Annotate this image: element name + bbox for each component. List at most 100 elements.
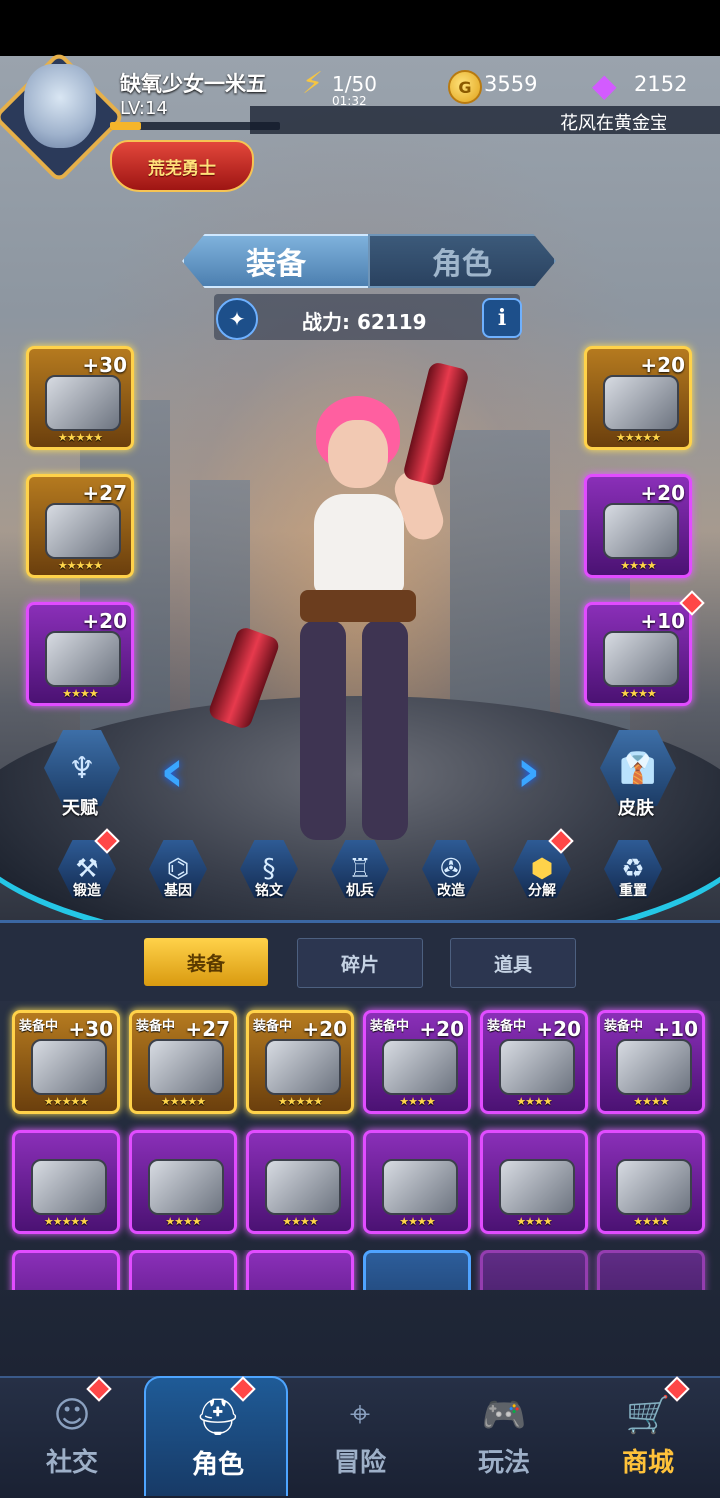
- dismantle-button[interactable]: ⬢ 分解: [507, 840, 577, 910]
- inventory-item[interactable]: 装备中 +30 ★★★★★: [12, 1010, 120, 1114]
- inventory-item[interactable]: [597, 1250, 705, 1290]
- armor-icon: [45, 503, 121, 559]
- equipped-tag: 装备中: [253, 1019, 293, 1034]
- mech-button[interactable]: ♖ 机兵: [325, 840, 395, 910]
- gauntlet-icon: [499, 1039, 575, 1095]
- inventory-item[interactable]: 装备中 +27 ★★★★★: [129, 1010, 237, 1114]
- inventory-item[interactable]: ★★★★: [363, 1130, 471, 1234]
- item-level: +27: [185, 1017, 230, 1041]
- nav-social[interactable]: ☺ 社交: [0, 1376, 144, 1496]
- inventory-item[interactable]: ★★★★: [480, 1130, 588, 1234]
- inventory-item[interactable]: [129, 1250, 237, 1290]
- armor-icon: [148, 1039, 224, 1095]
- combat-power: 战力: 62119: [302, 310, 427, 334]
- nav-label: 社交: [45, 1448, 98, 1478]
- inscription-label: 铭文: [255, 883, 283, 899]
- star-rating: ★★★★: [399, 1095, 435, 1108]
- star-rating: ★★★★★: [160, 1095, 206, 1108]
- equip-slot-boots[interactable]: +20 ★★★★: [26, 602, 134, 706]
- inventory-item[interactable]: 装备中 +20 ★★★★: [363, 1010, 471, 1114]
- inv-tab-equipment[interactable]: 装备: [144, 938, 268, 986]
- gem-icon[interactable]: ◆: [592, 66, 617, 104]
- gem-count: 2152: [634, 72, 688, 96]
- avatar[interactable]: [24, 64, 96, 148]
- equip-slot-gauntlet[interactable]: +20 ★★★★: [584, 474, 692, 578]
- chip-icon: [603, 631, 679, 687]
- star-rating: ★★★★: [399, 1215, 435, 1228]
- reset-label: 重置: [619, 883, 647, 899]
- social-icon: ☺: [53, 1394, 91, 1436]
- equipped-tag: 装备中: [19, 1019, 59, 1034]
- top-tabs: 装备 角色: [182, 234, 556, 288]
- reset-button[interactable]: ♻ 重置: [598, 840, 668, 910]
- inventory-item[interactable]: ★★★★: [129, 1130, 237, 1234]
- inventory-item[interactable]: 装备中 +10 ★★★★: [597, 1010, 705, 1114]
- inventory-item[interactable]: 装备中 +20 ★★★★★: [246, 1010, 354, 1114]
- inventory-item[interactable]: 装备中 +20 ★★★★: [480, 1010, 588, 1114]
- inventory-item[interactable]: [480, 1250, 588, 1290]
- energy-timer: 01:32: [332, 94, 367, 108]
- mech-label: 机兵: [346, 883, 374, 899]
- inventory-item[interactable]: ★★★★★: [12, 1130, 120, 1234]
- character-icon: ⛑: [195, 1397, 241, 1438]
- star-rating: ★★★★: [633, 1095, 669, 1108]
- slot-level: +20: [640, 481, 685, 505]
- next-arrow-icon[interactable]: ›: [516, 736, 541, 806]
- gene-label: 基因: [164, 883, 192, 899]
- nav-label: 玩法: [477, 1448, 530, 1478]
- tab-equipment[interactable]: 装备: [182, 234, 370, 288]
- nav-label: 冒险: [333, 1448, 386, 1478]
- star-rating: ★★★★: [620, 559, 656, 572]
- equip-slot-chip[interactable]: +10 ★★★★: [584, 602, 692, 706]
- inventory-item[interactable]: ★★★★: [246, 1130, 354, 1234]
- armor-icon: [31, 1159, 107, 1215]
- modify-button[interactable]: ✇ 改造: [416, 840, 486, 910]
- skin-label: 皮肤: [618, 798, 654, 819]
- drone-icon: [265, 1039, 341, 1095]
- coin-count: 3559: [484, 72, 538, 96]
- inventory-item[interactable]: [246, 1250, 354, 1290]
- boots-icon: [616, 1159, 692, 1215]
- nav-adventure[interactable]: ⌖ 冒险: [288, 1376, 432, 1496]
- inventory-item[interactable]: [363, 1250, 471, 1290]
- skin-icon: 👔: [619, 750, 657, 786]
- slot-level: +30: [82, 353, 127, 377]
- inv-tab-items[interactable]: 道具: [450, 938, 576, 988]
- gun-icon[interactable]: ✦: [216, 298, 258, 340]
- star-rating: ★★★★: [165, 1215, 201, 1228]
- forge-button[interactable]: ⚒ 锻造: [52, 840, 122, 910]
- inv-tab-fragments[interactable]: 碎片: [297, 938, 423, 988]
- nav-character[interactable]: ⛑ 角色: [144, 1376, 288, 1496]
- boots-icon: [45, 631, 121, 687]
- blaster-icon: [265, 1159, 341, 1215]
- nav-gameplay[interactable]: 🎮 玩法: [432, 1376, 576, 1496]
- equip-slot-drone[interactable]: +20 ★★★★★: [584, 346, 692, 450]
- equipped-tag: 装备中: [604, 1019, 644, 1034]
- star-rating: ★★★★★: [57, 431, 103, 444]
- inventory-item[interactable]: [12, 1250, 120, 1290]
- inscription-button[interactable]: § 铭文: [234, 840, 304, 910]
- player-name: 缺氧少女一米五: [120, 72, 267, 96]
- title-badge[interactable]: 荒芜勇士: [110, 140, 254, 192]
- star-rating: ★★★★: [516, 1215, 552, 1228]
- forge-label: 锻造: [73, 883, 101, 899]
- nav-shop[interactable]: 🛒 商城: [576, 1376, 720, 1496]
- blaster-icon: [31, 1039, 107, 1095]
- prev-arrow-icon[interactable]: ‹: [160, 736, 185, 806]
- inventory-item[interactable]: ★★★★: [597, 1130, 705, 1234]
- gamepad-icon: 🎮: [481, 1395, 527, 1436]
- equip-slot-armor[interactable]: +27 ★★★★★: [26, 474, 134, 578]
- item-level: +20: [302, 1017, 347, 1041]
- tab-character[interactable]: 角色: [368, 234, 556, 288]
- item-level: +10: [653, 1017, 698, 1041]
- item-level: +20: [536, 1017, 581, 1041]
- blaster-icon: [148, 1159, 224, 1215]
- inventory-row-partial: [0, 1250, 720, 1290]
- equip-slot-weapon[interactable]: +30 ★★★★★: [26, 346, 134, 450]
- talent-icon: ♆: [68, 750, 96, 786]
- coin-icon[interactable]: G: [448, 70, 482, 104]
- star-rating: ★★★★: [516, 1095, 552, 1108]
- gene-button[interactable]: ⌬ 基因: [143, 840, 213, 910]
- player-level: LV:14: [120, 98, 168, 119]
- info-icon[interactable]: i: [482, 298, 522, 338]
